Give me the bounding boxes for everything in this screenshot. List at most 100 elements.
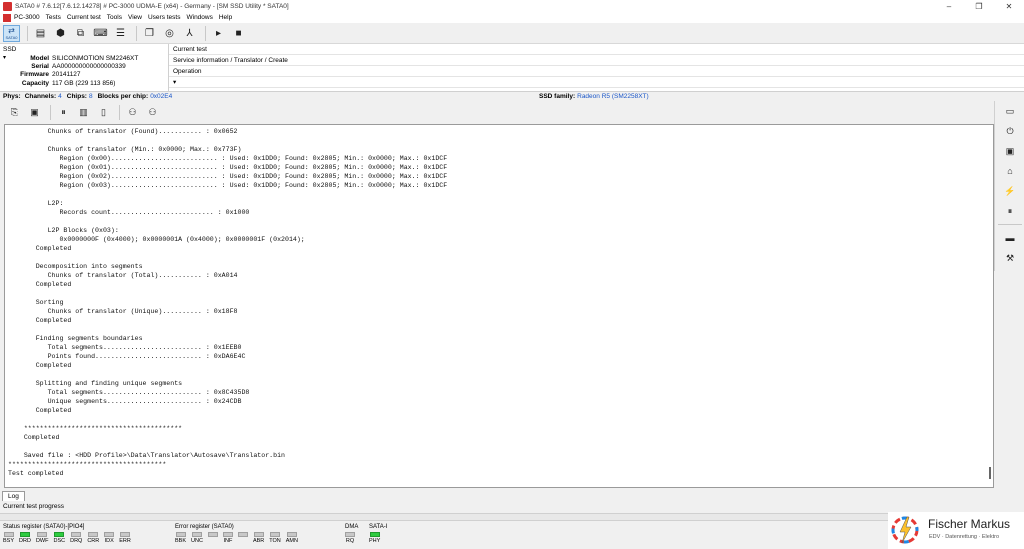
phys-info-row: Phys: Channels: 4 Chips: 8 Blocks per ch… <box>0 92 1024 101</box>
find-next-icon[interactable]: ⚇ <box>144 104 161 121</box>
log-line: Points found........................... … <box>8 353 246 360</box>
chips-value: 8 <box>88 93 93 100</box>
menu-view[interactable]: View <box>128 14 142 21</box>
ssd-section-label: SSD <box>3 46 17 53</box>
log-line: Decomposition into segments <box>8 263 143 270</box>
side-pause-icon[interactable]: ⏸ <box>995 201 1024 221</box>
doc-icon[interactable]: ▭ <box>995 101 1024 121</box>
company-logo: Fischer Markus EDV · Datenrettung · Elek… <box>888 512 1024 549</box>
restore-button[interactable]: ❐ <box>964 0 994 12</box>
register-label: RQ <box>345 538 355 544</box>
adapter-icon[interactable]: ▬ <box>995 228 1024 248</box>
copy-icon[interactable]: ⧉ <box>72 25 89 42</box>
status-register-group: Status register (SATA0)-[PIO4] BSY DRD DWF… <box>3 524 136 544</box>
tab-log[interactable]: Log <box>2 491 25 501</box>
menu-current-test[interactable]: Current test <box>67 14 101 21</box>
info-row-capacity: Capacity 117 GB (229 113 856) <box>0 80 168 87</box>
register-blank <box>237 532 248 544</box>
close-button[interactable]: ✕ <box>994 0 1024 12</box>
sectors-icon[interactable]: ⬢ <box>52 25 69 42</box>
play-icon[interactable]: ▸ <box>210 25 227 42</box>
register-crr: CRR <box>87 532 99 544</box>
menu-tests[interactable]: Tests <box>46 14 61 21</box>
log-line: **************************************** <box>8 425 183 432</box>
menu-tools[interactable]: Tools <box>107 14 122 21</box>
operation-dropdown[interactable]: ▾ <box>169 77 1024 88</box>
menu-bar: PC-3000 Tests Current test Tools View Us… <box>0 12 1024 23</box>
tools-icon[interactable]: ⚒ <box>995 248 1024 268</box>
current-test-panel: Current test Service information / Trans… <box>168 44 1024 92</box>
log-output[interactable]: Chunks of translator (Found)........... … <box>4 124 994 488</box>
log-line: Region (0x03)...........................… <box>8 182 448 189</box>
log-line: Sorting <box>8 299 64 306</box>
toolbar-separator <box>50 105 51 120</box>
log-line: Chunks of translator (Unique).......... … <box>8 308 238 315</box>
sata-port-button[interactable]: ⇄ SATA0 <box>3 24 20 42</box>
title-bar: SATA0 # 7.6.12[7.6.12.14278] # PC-3000 U… <box>0 0 1024 12</box>
smart-icon[interactable]: ⌨ <box>92 25 109 42</box>
register-rq: RQ <box>345 532 355 544</box>
menu-windows[interactable]: Windows <box>186 14 212 21</box>
info-key: Capacity <box>21 80 49 87</box>
export-icon[interactable]: ⎘ <box>6 104 23 121</box>
register-label: AMN <box>285 538 298 544</box>
drive-info-panel: SSD ▾ Model SILICONMOTION SM2246XT Seria… <box>0 44 1024 92</box>
led-indicator <box>253 532 264 537</box>
log-list-icon[interactable]: ☰ <box>112 25 129 42</box>
power-icon[interactable]: ⏻ <box>995 121 1024 141</box>
register-label: TON <box>269 538 281 544</box>
document-icon[interactable]: ▯ <box>95 104 112 121</box>
dma-register-title: DMA <box>345 524 359 530</box>
utility-icon[interactable]: ⅄ <box>181 25 198 42</box>
led-indicator <box>175 532 186 537</box>
blocks-label: Blocks per chip: <box>97 93 149 100</box>
log-line: Region (0x00)...........................… <box>8 155 448 162</box>
windows-icon[interactable]: ❐ <box>141 25 158 42</box>
drive-id-icon[interactable]: ▤ <box>32 25 49 42</box>
log-line: Saved file : <HDD Profile>\Data\Translat… <box>8 452 285 459</box>
save-log-icon[interactable]: ▣ <box>26 104 43 121</box>
error-register-group: Error register (SATA0) BBK UNC INF ABR TON… <box>175 524 303 544</box>
log-text: Chunks of translator (Found)........... … <box>8 127 983 478</box>
plug-icon[interactable]: ⚡ <box>995 181 1024 201</box>
pause-icon[interactable]: ⏸ <box>55 104 72 121</box>
menu-users-tests[interactable]: Users tests <box>148 14 181 21</box>
info-value: AA000000000000000339 <box>52 63 126 70</box>
register-label: ERR <box>119 538 131 544</box>
led-indicator <box>191 532 202 537</box>
register-label: CRR <box>87 538 100 544</box>
register-label: DSC <box>53 538 66 544</box>
chips-label: Chips: <box>66 93 87 100</box>
info-key: Firmware <box>20 71 49 78</box>
find-icon[interactable]: ⚇ <box>124 104 141 121</box>
log-line: Completed <box>8 281 72 288</box>
app-icon <box>3 1 12 11</box>
clear-log-icon[interactable]: ▥ <box>75 104 92 121</box>
register-label: BSY <box>3 538 15 544</box>
log-scrollbar[interactable] <box>989 467 991 479</box>
register-abr: ABR <box>253 532 264 544</box>
log-line: Unique segments........................ … <box>8 398 242 405</box>
menu-help[interactable]: Help <box>219 14 232 21</box>
minimize-button[interactable]: – <box>934 0 964 12</box>
log-line: Region (0x02)...........................… <box>8 173 448 180</box>
info-row-serial: Serial AA000000000000000339 <box>0 63 168 70</box>
dma-register-group: DMA RQ <box>345 524 360 544</box>
log-toolbar: ⎘ ▣ ⏸ ▥ ▯ ⚇ ⚇ <box>0 102 994 123</box>
disk-icon[interactable]: ◎ <box>161 25 178 42</box>
info-value: 20141127 <box>52 71 81 78</box>
stop-icon[interactable]: ■ <box>230 25 247 42</box>
toolbar-separator <box>27 25 28 41</box>
side-separator <box>997 224 1022 225</box>
reset-icon[interactable]: ⌂ <box>995 161 1024 181</box>
log-line: Completed <box>8 362 72 369</box>
log-line: Completed <box>8 245 72 252</box>
chip-icon[interactable]: ▣ <box>995 141 1024 161</box>
status-registers: Status register (SATA0)-[PIO4] BSY DRD DWF… <box>0 522 1024 549</box>
family-value: Radeon R5 (SM2258XT) <box>577 93 649 100</box>
toolbar-separator <box>119 105 120 120</box>
toolbar-separator <box>205 25 206 41</box>
menu-pc3000[interactable]: PC-3000 <box>14 14 40 21</box>
current-test-header: Current test <box>169 44 1024 55</box>
